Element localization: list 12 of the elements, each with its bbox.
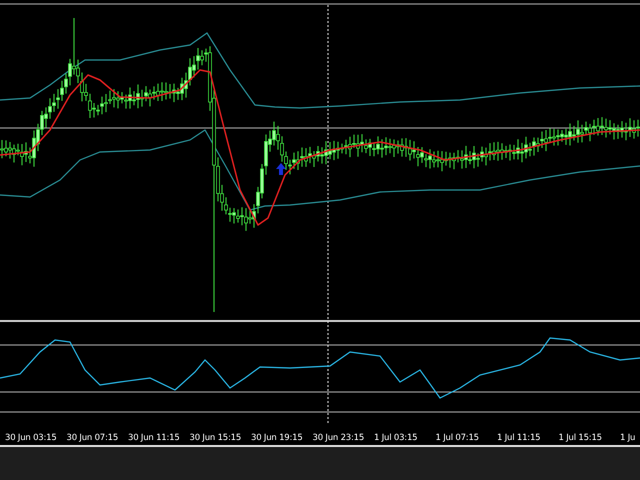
- time-label: 30 Jun 11:15: [128, 433, 180, 443]
- arrow-icon: [276, 163, 286, 175]
- time-label: 30 Jun 03:15: [5, 433, 57, 443]
- time-label: 1 Jul 11:15: [497, 433, 540, 443]
- time-label: 1 Jul 07:15: [436, 433, 479, 443]
- time-label: 30 Jun 19:15: [251, 433, 303, 443]
- time-label: 1 Jul 15:15: [558, 433, 602, 443]
- time-label: 30 Jun 15:15: [190, 433, 242, 443]
- time-label: 1 Jul 03:15: [374, 433, 418, 443]
- time-label: 30 Jun 23:15: [312, 433, 364, 443]
- time-label: 1 Ju: [620, 433, 636, 443]
- time-label: 30 Jun 07:15: [66, 433, 118, 443]
